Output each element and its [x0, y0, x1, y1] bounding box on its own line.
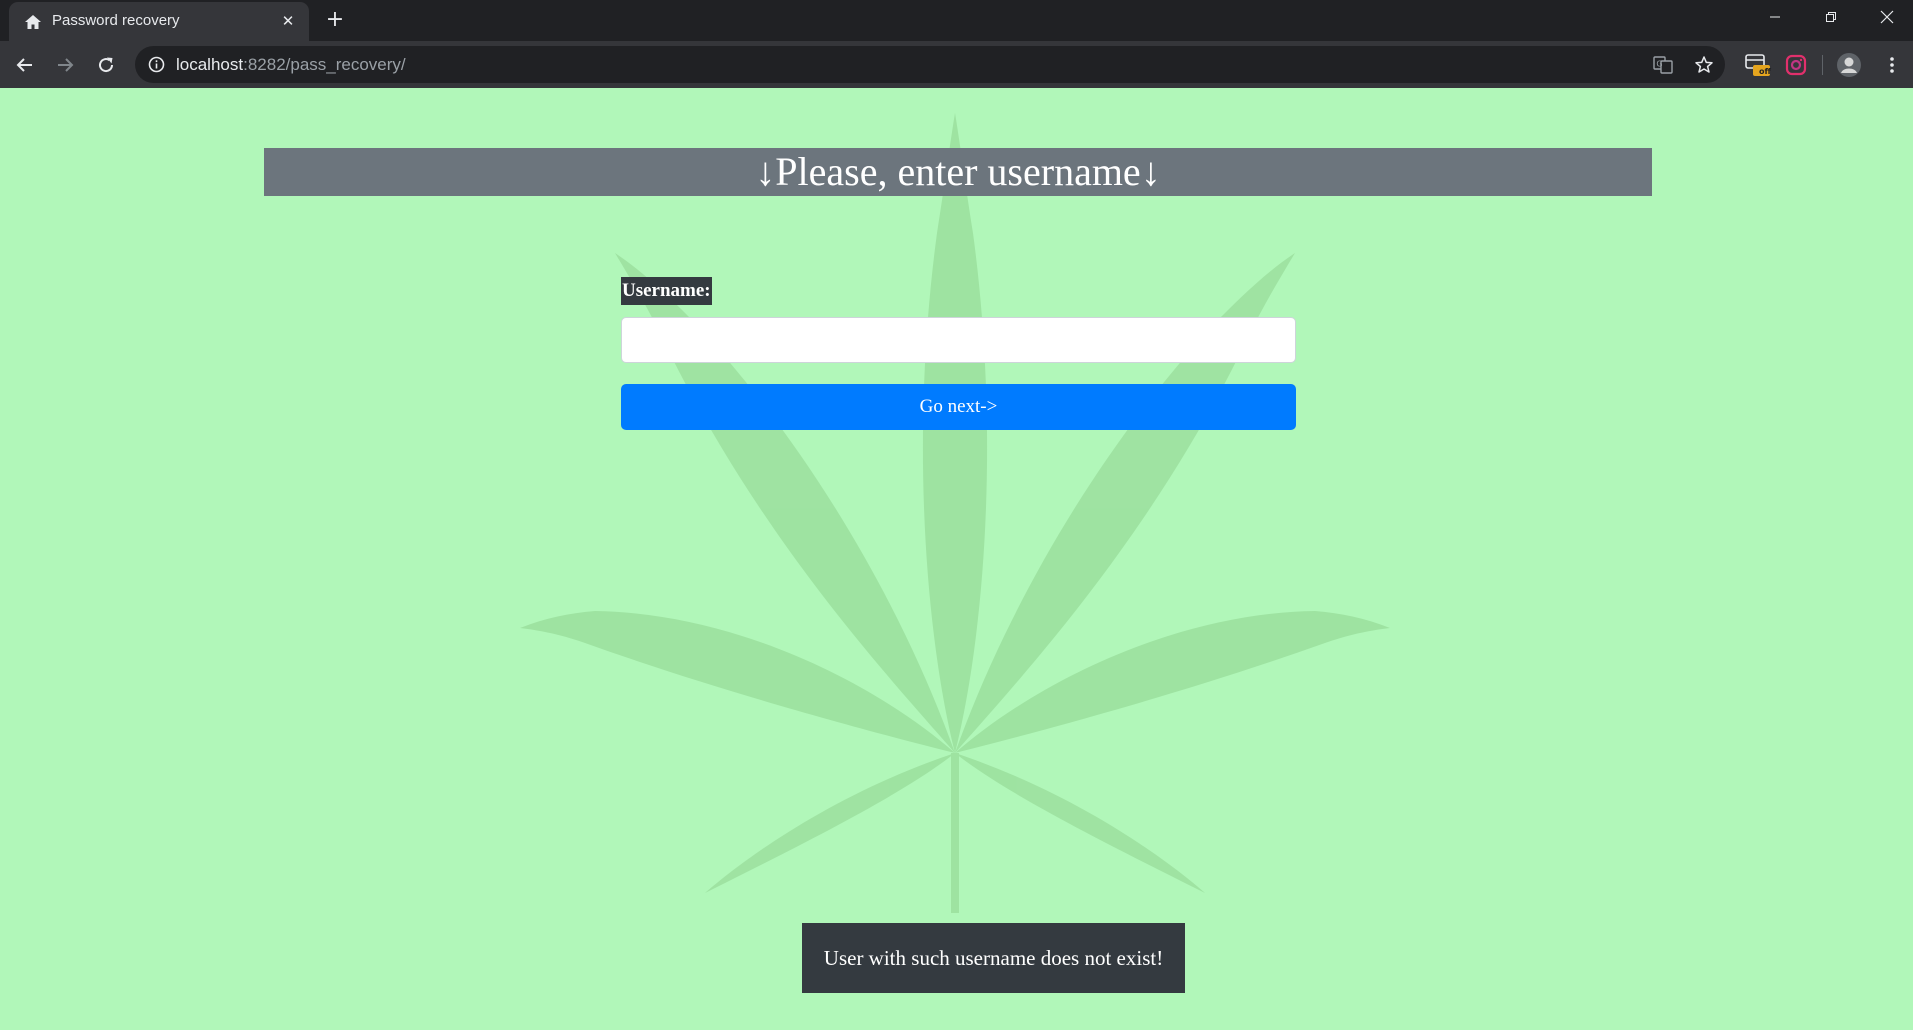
username-label: Username:	[621, 277, 712, 305]
page-content: ↓Please, enter username↓ Username: Go ne…	[0, 88, 1913, 1030]
new-tab-icon[interactable]: +	[322, 8, 348, 34]
bookmark-star-icon[interactable]	[1692, 53, 1716, 77]
minimize-icon[interactable]	[1747, 0, 1803, 34]
address-bar[interactable]: localhost:8282/pass_recovery/ G	[135, 46, 1725, 83]
reload-icon[interactable]	[91, 50, 121, 80]
extension-off-icon[interactable]: off	[1742, 50, 1772, 80]
toolbar-divider	[1822, 55, 1823, 75]
error-toast: User with such username does not exist!	[802, 923, 1185, 993]
url-path: :8282/pass_recovery/	[243, 55, 406, 74]
browser-toolbar: localhost:8282/pass_recovery/ G off	[0, 41, 1913, 88]
url-text[interactable]: localhost:8282/pass_recovery/	[176, 55, 406, 75]
extension-badge: off	[1759, 67, 1771, 76]
tab-title: Password recovery	[52, 12, 180, 29]
instagram-icon[interactable]	[1781, 50, 1811, 80]
home-icon	[25, 15, 41, 29]
go-next-button[interactable]: Go next->	[621, 384, 1296, 430]
close-tab-icon[interactable]: ✕	[278, 11, 298, 31]
page-title-banner: ↓Please, enter username↓	[264, 148, 1652, 196]
translate-icon[interactable]: G	[1651, 53, 1675, 77]
browser-titlebar: Password recovery ✕ +	[0, 0, 1913, 41]
back-arrow-icon[interactable]	[10, 50, 40, 80]
leaf-background-image	[520, 113, 1390, 913]
username-input[interactable]	[621, 317, 1296, 363]
more-menu-icon[interactable]	[1877, 50, 1907, 80]
info-icon[interactable]	[148, 56, 165, 73]
forward-arrow-icon[interactable]	[50, 50, 80, 80]
profile-avatar-icon[interactable]	[1834, 50, 1864, 80]
svg-text:G: G	[1656, 60, 1662, 69]
browser-tab[interactable]: Password recovery ✕	[9, 2, 309, 41]
close-window-icon[interactable]	[1859, 0, 1913, 34]
restore-window-icon[interactable]	[1803, 0, 1859, 34]
url-host: localhost	[176, 55, 244, 74]
